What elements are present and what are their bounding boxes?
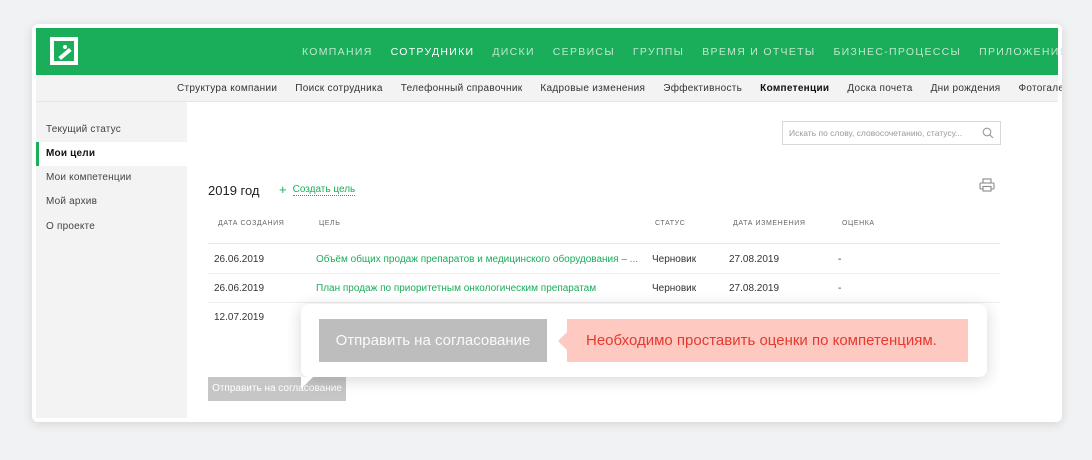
company-logo[interactable]	[50, 37, 78, 65]
cell-goal-link[interactable]: Объём общих продаж препаратов и медицинс…	[316, 254, 638, 265]
sidebar-item-about[interactable]: О проекте	[36, 215, 187, 239]
search-box	[782, 121, 1001, 145]
nav-item-company[interactable]: КОМПАНИЯ	[302, 46, 373, 58]
cell-score: -	[838, 283, 842, 294]
sidebar-item-my-goals[interactable]: Мои цели	[36, 142, 187, 166]
nav-item-services[interactable]: СЕРВИСЫ	[553, 46, 615, 58]
subnav-item-hr-changes[interactable]: Кадровые изменения	[540, 83, 645, 94]
column-modified-date[interactable]: ДАТА ИЗМЕНЕНИЯ	[733, 220, 806, 227]
cell-created: 26.06.2019	[214, 254, 265, 265]
submit-for-approval-button[interactable]: Отправить на согласование	[208, 377, 346, 401]
nav-item-time-reports[interactable]: ВРЕМЯ И ОТЧЕТЫ	[702, 46, 815, 58]
create-goal-link[interactable]: + Создать цель	[279, 182, 356, 197]
year-heading: 2019 год	[208, 183, 260, 198]
cell-status: Черновик	[652, 254, 697, 265]
nav-item-applications[interactable]: ПРИЛОЖЕНИЯ	[979, 46, 1062, 58]
column-status[interactable]: СТАТУС	[655, 220, 685, 227]
printer-icon[interactable]	[979, 178, 995, 192]
cell-score: -	[838, 254, 842, 265]
sidebar: Текущий статус Мои цели Мои компетенции …	[36, 102, 187, 418]
search-icon[interactable]	[982, 127, 994, 139]
table-row: 26.06.2019 Объём общих продаж препаратов…	[208, 245, 1000, 274]
subnav-item-phonebook[interactable]: Телефонный справочник	[401, 83, 523, 94]
goals-table-header: ДАТА СОЗДАНИЯ ЦЕЛЬ СТАТУС ДАТА ИЗМЕНЕНИЯ…	[208, 216, 1000, 244]
sub-nav: Структура компании Поиск сотрудника Теле…	[177, 75, 1062, 102]
main-nav: КОМПАНИЯ СОТРУДНИКИ ДИСКИ СЕРВИСЫ ГРУППЫ…	[302, 28, 1062, 75]
subnav-item-photo-gallery[interactable]: Фотогалерея	[1018, 83, 1062, 94]
subnav-item-competencies[interactable]: Компетенции	[760, 83, 829, 94]
column-score[interactable]: ОЦЕНКА	[842, 220, 875, 227]
subnav-item-honor-board[interactable]: Доска почета	[847, 83, 912, 94]
nav-item-business-processes[interactable]: БИЗНЕС-ПРОЦЕССЫ	[833, 46, 961, 58]
cell-created: 12.07.2019	[214, 312, 265, 323]
nav-item-groups[interactable]: ГРУППЫ	[633, 46, 684, 58]
sub-navigation-bar: Структура компании Поиск сотрудника Теле…	[36, 75, 1062, 102]
column-created-date[interactable]: ДАТА СОЗДАНИЯ	[218, 220, 284, 227]
popup-tail	[301, 377, 313, 389]
cell-modified: 27.08.2019	[729, 254, 780, 265]
nav-item-disks[interactable]: ДИСКИ	[492, 46, 534, 58]
validation-popup: Отправить на согласование Необходимо про…	[301, 304, 987, 389]
logo-icon	[54, 41, 74, 61]
search-input[interactable]	[789, 122, 974, 144]
subnav-item-structure[interactable]: Структура компании	[177, 83, 277, 94]
popup-submit-button[interactable]: Отправить на согласование	[319, 319, 547, 362]
plus-icon: +	[279, 182, 287, 197]
create-goal-label: Создать цель	[292, 184, 356, 196]
table-row: 26.06.2019 План продаж по приоритетным о…	[208, 274, 1000, 303]
column-goal[interactable]: ЦЕЛЬ	[319, 220, 340, 227]
sidebar-item-current-status[interactable]: Текущий статус	[36, 118, 187, 142]
top-navigation-bar: КОМПАНИЯ СОТРУДНИКИ ДИСКИ СЕРВИСЫ ГРУППЫ…	[36, 28, 1062, 75]
sidebar-item-my-competencies[interactable]: Мои компетенции	[36, 166, 187, 190]
cell-created: 26.06.2019	[214, 283, 265, 294]
subnav-item-birthdays[interactable]: Дни рождения	[931, 83, 1001, 94]
subnav-item-efficiency[interactable]: Эффективность	[663, 83, 742, 94]
sidebar-item-my-archive[interactable]: Мой архив	[36, 190, 187, 214]
nav-item-employees[interactable]: СОТРУДНИКИ	[391, 46, 475, 58]
error-message: Необходимо проставить оценки по компетен…	[558, 319, 968, 362]
cell-status: Черновик	[652, 283, 697, 294]
subnav-item-employee-search[interactable]: Поиск сотрудника	[295, 83, 383, 94]
cell-goal-link[interactable]: План продаж по приоритетным онкологическ…	[316, 283, 596, 294]
cell-modified: 27.08.2019	[729, 283, 780, 294]
